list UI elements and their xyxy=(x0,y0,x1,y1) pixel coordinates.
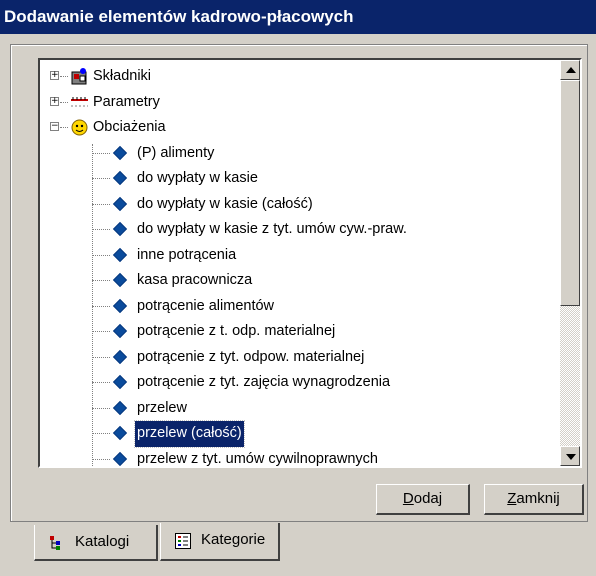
tree-group-obciazenia[interactable]: − Obciażenia xyxy=(40,115,548,141)
tree-connector xyxy=(92,203,110,205)
diamond-icon xyxy=(112,298,128,313)
diamond-icon xyxy=(112,221,128,237)
tree-item-selected[interactable]: przelew (całość) xyxy=(40,420,548,448)
smiley-icon xyxy=(71,119,88,136)
diamond-icon xyxy=(112,349,128,364)
tree-group-label: Składniki xyxy=(93,68,152,84)
tree-connector xyxy=(92,382,110,383)
tree-item[interactable]: potrącenie alimentów xyxy=(40,294,548,320)
tree-connector xyxy=(92,229,110,230)
tree-item-label: potrącenie z tyt. zajęcia wynagrodzenia xyxy=(137,374,391,390)
tree-content: + Składniki + Parametry − Obciażenia (P)… xyxy=(40,64,548,467)
tree-connector xyxy=(92,152,110,154)
diamond-icon xyxy=(112,145,128,160)
expand-toggle-parametry[interactable]: + xyxy=(50,96,59,106)
arrow-down-icon xyxy=(566,454,576,460)
tree-item[interactable]: (P) alimenty xyxy=(40,141,548,167)
tree-item-label: kasa pracownicza xyxy=(137,272,253,288)
tree-item-label: do wypłaty w kasie z tyt. umów cyw.-praw… xyxy=(137,221,407,237)
hotkey-letter: D xyxy=(402,490,414,507)
diamond-icon xyxy=(112,451,128,466)
tree-connector xyxy=(60,127,68,128)
tab-label: Kategorie xyxy=(201,531,266,548)
tree-item[interactable]: przelew z tyt. umów cywilnoprawnych xyxy=(40,447,548,467)
tree-item-label: potrącenie alimentów xyxy=(137,297,275,314)
money-bag-icon xyxy=(71,68,87,85)
ruler-icon xyxy=(71,96,88,106)
tab-katalogi[interactable]: Katalogi xyxy=(34,525,158,561)
tree-item-label: potrącenie z t. odp. materialnej xyxy=(137,323,336,339)
diamond-icon xyxy=(112,170,128,186)
tree-item[interactable]: do wypłaty w kasie z tyt. umów cyw.-praw… xyxy=(40,217,548,243)
catalog-tree-icon xyxy=(50,536,60,550)
diamond-icon xyxy=(112,323,128,339)
scroll-down-button[interactable] xyxy=(560,446,580,466)
tree-item[interactable]: potrącenie z tyt. zajęcia wynagrodzenia xyxy=(40,370,548,396)
tree-connector xyxy=(60,101,68,103)
tree-item[interactable]: do wypłaty w kasie xyxy=(40,166,548,192)
tree-group-label: Parametry xyxy=(93,93,160,110)
diamond-icon xyxy=(112,400,128,415)
diamond-icon xyxy=(112,247,128,262)
tree-item-label: przelew (całość) xyxy=(134,420,245,448)
close-button[interactable]: Zamknij xyxy=(484,484,584,515)
tree-item-label: inne potrącenia xyxy=(137,246,237,263)
tree-item[interactable]: potrącenie z t. odp. materialnej xyxy=(40,319,548,345)
tree-item[interactable]: przelew xyxy=(40,396,548,422)
tree-connector xyxy=(92,280,110,281)
tree-group-label: Obciażenia xyxy=(93,119,166,135)
tree-item[interactable]: potrącenie z tyt. odpow. materialnej xyxy=(40,345,548,371)
tree-item-label: do wypłaty w kasie xyxy=(137,170,258,186)
window-title: Dodawanie elementów kadrowo-płacowych xyxy=(0,0,596,34)
tree-item[interactable]: inne potrącenia xyxy=(40,243,548,269)
vertical-scrollbar[interactable] xyxy=(560,60,580,466)
tree-item-label: (P) alimenty xyxy=(137,144,215,161)
tree-connector xyxy=(92,356,110,358)
scroll-up-button[interactable] xyxy=(560,60,580,80)
tab-strip: Katalogi Kategorie xyxy=(0,523,596,576)
diamond-icon xyxy=(112,196,128,211)
tree-item-label: przelew xyxy=(137,399,187,416)
diamond-icon xyxy=(112,374,128,390)
scroll-thumb[interactable] xyxy=(560,80,580,306)
tree-connector xyxy=(92,305,110,307)
tree-item[interactable]: kasa pracownicza xyxy=(40,268,548,294)
tree-connector xyxy=(92,458,110,460)
tab-kategorie[interactable]: Kategorie xyxy=(160,523,280,561)
diamond-icon xyxy=(112,425,128,441)
category-list-icon xyxy=(175,533,191,549)
tree-connector xyxy=(92,433,110,434)
tab-label: Katalogi xyxy=(75,533,130,550)
button-label-rest: amknij xyxy=(516,490,560,507)
add-button[interactable]: Dodaj xyxy=(376,484,470,515)
tree-connector xyxy=(92,407,110,409)
expand-toggle-skladniki[interactable]: + xyxy=(50,71,59,80)
button-label-rest: odaj xyxy=(413,490,443,507)
tree-connector xyxy=(92,331,110,332)
tree-item-label: potrącenie z tyt. odpow. materialnej xyxy=(137,348,365,365)
category-tree[interactable]: + Składniki + Parametry − Obciażenia (P)… xyxy=(38,58,582,468)
collapse-toggle-obciazenia[interactable]: − xyxy=(50,122,59,131)
tree-item-label: przelew z tyt. umów cywilnoprawnych xyxy=(137,450,378,467)
diamond-icon xyxy=(112,272,128,288)
tree-connector xyxy=(92,178,110,179)
tree-item-label: do wypłaty w kasie (całość) xyxy=(137,195,313,212)
tree-connector xyxy=(60,76,68,77)
tree-group-parametry[interactable]: + Parametry xyxy=(40,90,548,116)
tree-group-skladniki[interactable]: + Składniki xyxy=(40,64,548,90)
arrow-up-icon xyxy=(566,67,576,73)
tree-connector xyxy=(92,254,110,256)
tree-item[interactable]: do wypłaty w kasie (całość) xyxy=(40,192,548,218)
